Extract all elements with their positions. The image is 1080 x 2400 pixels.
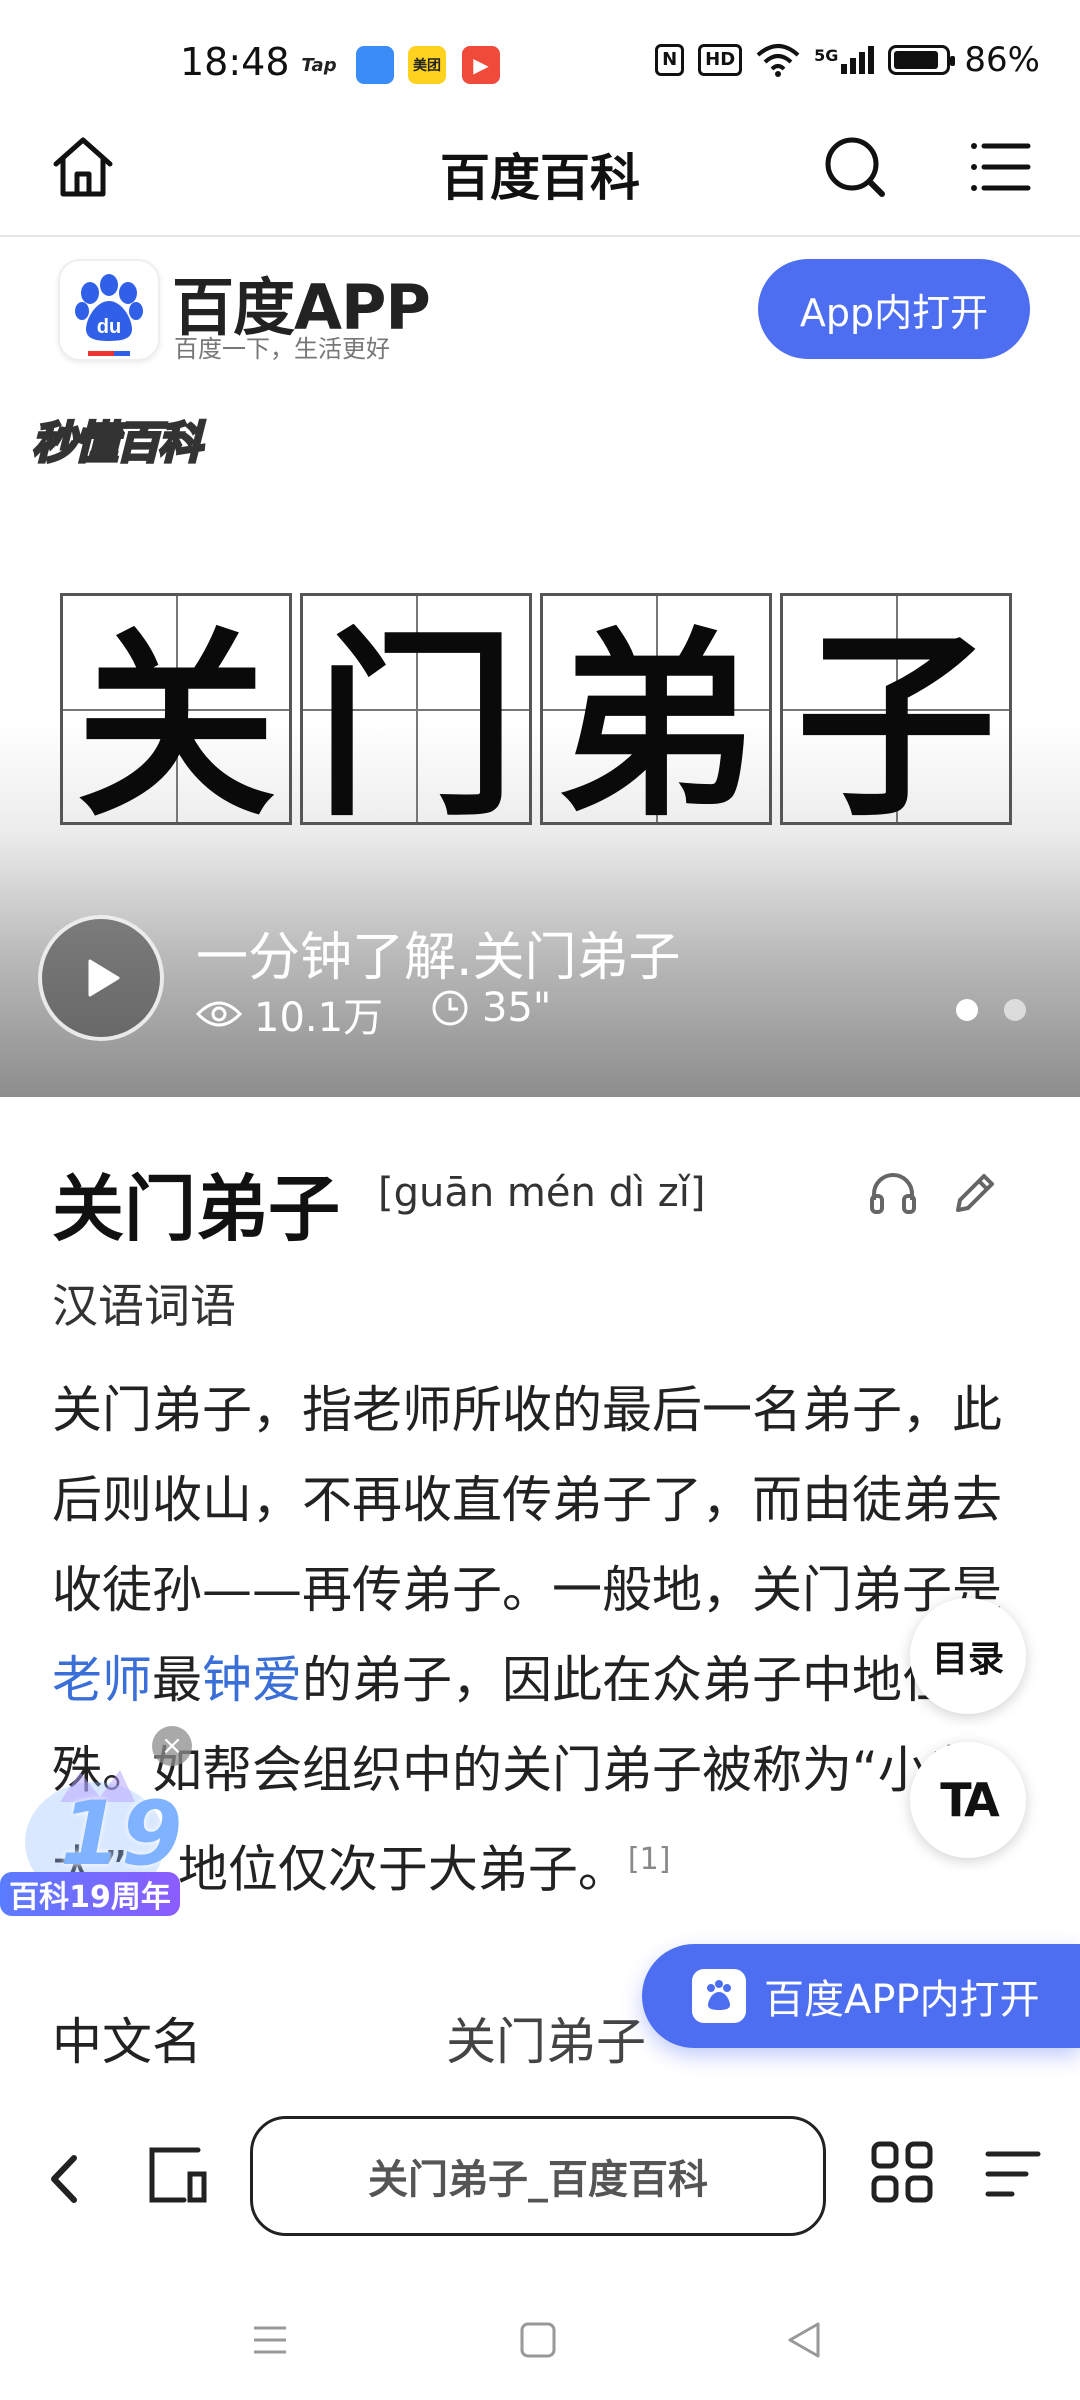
font-size-button[interactable]: TA (910, 1742, 1026, 1858)
character-cell: 门 (300, 593, 532, 844)
back-arrow-icon[interactable] (40, 2144, 90, 2214)
entry-pinyin: [guān mén dì zǐ] (378, 1170, 706, 1216)
entry-summary: 关门弟子，指老师所收的最后一名弟子，此后则收山，不再收直传弟子了，而由徒弟去收徒… (52, 1365, 1042, 1915)
battery-percent: 86% (964, 40, 1040, 80)
character-glyph: 关 (75, 609, 276, 844)
clock-icon (432, 990, 468, 1026)
character-glyph: 门 (315, 609, 516, 844)
entry-title: 关门弟子 (52, 1167, 341, 1251)
taptap-app-icon: Tap (300, 46, 338, 84)
video-views: 10.1万 (196, 985, 383, 1043)
summary-text: 最 (152, 1651, 202, 1709)
play-button[interactable] (38, 915, 164, 1041)
carousel-dot-active[interactable] (956, 999, 978, 1021)
browser-toolbar: 关门弟子_百度百科 (0, 2086, 1080, 2272)
video-duration: 35" (430, 985, 551, 1031)
app-slogan: 百度一下，生活更好 (174, 335, 390, 363)
baidu-app-logo: du (58, 259, 160, 361)
carousel-dot[interactable] (1004, 999, 1026, 1021)
status-time: 18:48 (180, 40, 290, 84)
open-app-label: 百度APP内打开 (764, 1977, 1040, 2023)
link-teacher[interactable]: 老师 (52, 1651, 152, 1709)
headphones-icon[interactable] (866, 1166, 920, 1220)
hd-icon: HD (698, 44, 743, 76)
link-favorite[interactable]: 钟爱 (202, 1651, 302, 1709)
close-icon[interactable]: × (152, 1726, 192, 1766)
status-indicators: N HD 5G 86% (655, 40, 1040, 80)
wifi-icon (756, 44, 800, 77)
signal-icon: 5G (814, 46, 875, 74)
open-baidu-app-button[interactable]: 百度APP内打开 (642, 1944, 1080, 2048)
message-app-icon (356, 46, 394, 84)
table-of-contents-button[interactable]: 目录 (910, 1598, 1026, 1714)
infobox-label: 中文名 (52, 2013, 202, 2071)
miaodong-baike-watermark: 秒懂百科 (31, 417, 204, 471)
page-title: 百度百科 (440, 149, 640, 207)
summary-text: 关门弟子，指老师所收的最后一名弟子，此后则收山，不再收直传弟子了，而由徒弟去收徒… (52, 1381, 1002, 1619)
system-navigation-bar (0, 2272, 1080, 2400)
battery-icon (888, 45, 956, 75)
reference-marker[interactable]: [1] (628, 1842, 671, 1877)
tabs-icon[interactable] (140, 2138, 214, 2212)
logo-du-text: du (97, 316, 121, 338)
search-icon[interactable] (820, 132, 890, 202)
nfc-icon: N (655, 44, 685, 76)
back-triangle-icon[interactable] (780, 2316, 828, 2364)
video-app-icon: ▶ (462, 46, 500, 84)
entry-category: 汉语词语 (52, 1279, 236, 1333)
character-glyph: 弟 (555, 609, 756, 844)
edit-pencil-icon[interactable] (948, 1166, 1002, 1220)
character-cell: 弟 (540, 593, 772, 844)
baidu-paw-icon: du (75, 274, 143, 356)
meituan-app-icon: 美团 (408, 46, 446, 84)
menu-icon[interactable] (968, 132, 1032, 202)
character-cell: 关 (60, 593, 292, 844)
recent-apps-icon[interactable] (246, 2316, 294, 2364)
duration-value: 35" (482, 985, 552, 1031)
anniversary-number: 19 (60, 1782, 183, 1885)
address-bar[interactable]: 关门弟子_百度百科 (250, 2116, 826, 2236)
open-in-app-button[interactable]: App内打开 (758, 259, 1030, 359)
baidu-paw-icon (692, 1969, 746, 2023)
home-square-icon[interactable] (514, 2316, 562, 2364)
more-menu-icon[interactable] (980, 2142, 1044, 2206)
video-title: 一分钟了解.关门弟子 (196, 928, 681, 988)
eye-icon (196, 1001, 242, 1027)
top-header: 百度百科 (0, 110, 1080, 237)
character-glyph: 子 (795, 609, 996, 844)
grid-icon[interactable] (870, 2140, 934, 2204)
hero-video[interactable]: 秒懂百科 关 门 弟 子 一分钟了解.关门弟子 10.1万 35" (0, 397, 1080, 1097)
play-icon (88, 959, 120, 997)
infobox-value: 关门弟子 (446, 2013, 646, 2071)
app-promo-banner: du 百度APP 百度一下，生活更好 App内打开 (0, 237, 1080, 397)
views-count: 10.1万 (254, 995, 384, 1041)
anniversary-label[interactable]: 百科19周年 (0, 1872, 180, 1916)
character-cell: 子 (780, 593, 1012, 844)
